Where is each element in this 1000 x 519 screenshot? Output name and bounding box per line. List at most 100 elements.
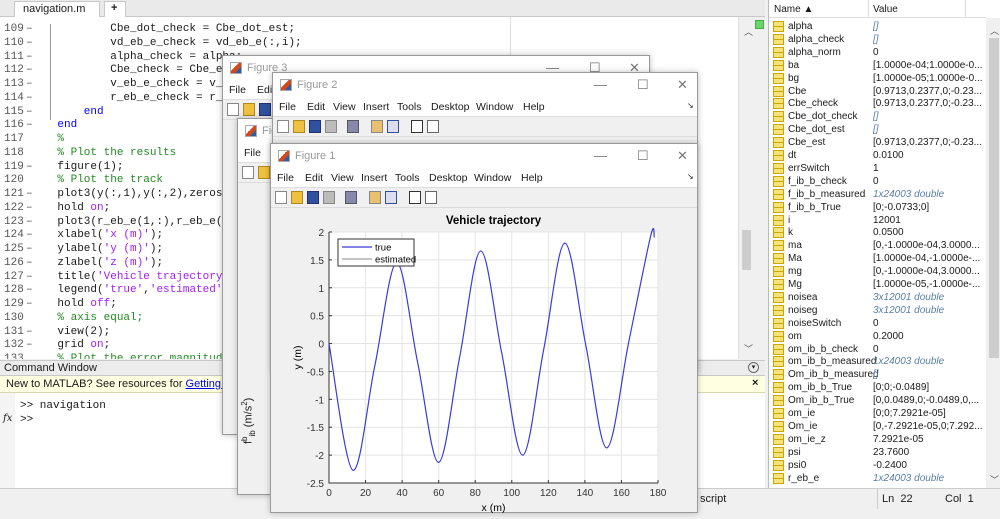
code-text[interactable]: plot3(y(:,1),y(:,2),zeros(1, [31,187,242,201]
dock-arrow-icon[interactable]: ↘ [687,101,694,110]
close-banner-icon[interactable]: × [752,377,758,389]
menu-file[interactable]: File [279,101,296,113]
save-icon[interactable] [309,120,321,133]
scrollbar-thumb[interactable] [742,230,751,270]
code-text[interactable]: % Plot the error magnitude [31,352,229,359]
workspace-variable-row[interactable]: Mg [1.0000e-05,-1.0000e-... [773,278,988,291]
figure-canvas[interactable]: 0 20 40 60 80 100 120 140 160 180 2 1.5 1 0.5 0 -0.5 -1 -… [271,209,697,514]
workspace-variable-row[interactable]: psi 23.7600 [773,446,988,459]
scroll-up-icon[interactable]: ︿ [990,24,999,37]
code-text[interactable]: Cbe_check = Cbe_est; [31,63,242,77]
workspace-variable-row[interactable]: bg [1.0000e-05;1.0000e-0... [773,72,988,85]
scroll-up-icon[interactable]: ︿ [744,25,753,38]
scroll-down-icon[interactable]: ﹀ [990,473,999,486]
property-editor-icon[interactable] [425,191,437,204]
code-text[interactable]: zlabel('z (m)'); [31,256,163,270]
panel-menu-icon[interactable]: ▾ [748,362,759,373]
menu-view[interactable]: View [333,101,356,113]
menu-insert[interactable]: Insert [361,172,387,184]
new-figure-icon[interactable] [277,120,289,133]
code-text[interactable]: grid on; [31,338,110,352]
colorbar-icon[interactable] [371,120,383,133]
code-text[interactable]: vd_eb_e_check = vd_eb_e(:,i); [31,36,301,50]
workspace-variable-row[interactable]: ma [0,-1.0000e-04,3.0000... [773,239,988,252]
minimize-button[interactable]: — [594,148,607,163]
menu-window[interactable]: Window [474,172,511,184]
command-prompt[interactable]: >> [20,414,33,426]
code-analyzer-status-icon[interactable] [755,20,764,29]
dock-arrow-icon[interactable]: ↘ [687,172,694,181]
menu-desktop[interactable]: Desktop [429,172,468,184]
legend-icon[interactable] [385,191,397,204]
workspace-variable-row[interactable]: k 0.0500 [773,226,988,239]
workspace-variable-row[interactable]: mg [0,-1.0000e-04,3.0000... [773,265,988,278]
workspace-variable-row[interactable]: errSwitch 1 [773,162,988,175]
workspace-variable-row[interactable]: noiseSwitch 0 [773,317,988,330]
code-text[interactable]: end [31,105,104,119]
workspace-variable-row[interactable]: Om_ib_b_True [0,0.0489,0;-0.0489,0,... [773,394,988,407]
workspace-variable-row[interactable]: om_ib_b_measured 1x24003 double [773,355,988,368]
new-figure-icon[interactable] [275,191,287,204]
code-text[interactable]: % [31,132,64,146]
menu-view[interactable]: View [331,172,354,184]
workspace-variable-row[interactable]: Cbe_est [0.9713,0.2377,0;-0.23... [773,136,988,149]
code-text[interactable]: xlabel('x (m)'); [31,228,163,242]
tab-navigation-m[interactable]: navigation.m × [14,1,100,27]
workspace-variable-row[interactable]: om_ib_b_check 0 [773,343,988,356]
editor-scrollbar[interactable]: ︿ ﹀ [738,17,765,359]
menu-tools[interactable]: Tools [395,172,420,184]
link-plot-icon[interactable] [345,191,357,204]
menu-edit[interactable]: Edit [305,172,323,184]
workspace-variable-row[interactable]: Om_ib_b_measured[] [773,368,988,381]
open-file-icon[interactable] [293,120,305,133]
workspace-variable-row[interactable]: om_ie_z 7.2921e-05 [773,433,988,446]
figure-title-bar[interactable]: Figure 2 — ☐ ✕ [273,73,697,97]
pointer-icon[interactable] [409,191,421,204]
save-icon[interactable] [307,191,319,204]
workspace-variable-row[interactable]: f_ib_b_check 0 [773,175,988,188]
workspace-variable-row[interactable]: f_ib_b_measured 1x24003 double [773,188,988,201]
code-text[interactable]: title('Vehicle trajectory'); [31,270,242,284]
minimize-button[interactable]: — [594,77,607,92]
close-button[interactable]: ✕ [677,77,688,93]
figure-title-bar[interactable]: Figure 1 — ☐ ✕ [271,144,697,168]
code-text[interactable]: end [31,118,77,132]
workspace-variable-row[interactable]: Cbe_dot_est [] [773,123,988,136]
workspace-variable-row[interactable]: Cbe_dot_check [] [773,110,988,123]
workspace-variable-row[interactable]: noisea 3x12001 double [773,291,988,304]
workspace-variable-row[interactable]: i 12001 [773,214,988,227]
code-text[interactable]: plot3(r_eb_e(1,:),r_eb_e(1,: [31,215,242,229]
code-text[interactable]: figure(1); [31,160,123,174]
scroll-down-icon[interactable]: ﹀ [744,342,753,355]
workspace-variable-row[interactable]: alpha [] [773,20,988,33]
print-icon[interactable] [323,191,335,204]
workspace-variable-row[interactable]: om_ib_b_True [0;0;-0.0489] [773,381,988,394]
code-text[interactable]: alpha_check = alpha; [31,50,242,64]
property-editor-icon[interactable] [427,120,439,133]
maximize-button[interactable]: ☐ [637,148,649,164]
menu-tools[interactable]: Tools [397,101,422,113]
colorbar-icon[interactable] [369,191,381,204]
workspace-variable-row[interactable]: psi0 -0.2400 [773,459,988,472]
workspace-variable-row[interactable]: alpha_norm 0 [773,46,988,59]
column-name-header[interactable]: Name ▲ [774,4,813,15]
code-text[interactable]: % axis equal; [31,311,143,325]
workspace-variable-row[interactable]: ba [1.0000e-04;1.0000e-0... [773,59,988,72]
column-value-header[interactable]: Value [873,4,898,15]
menu-desktop[interactable]: Desktop [431,101,470,113]
code-text[interactable]: view(2); [31,325,110,339]
menu-help[interactable]: Help [523,101,545,113]
fx-icon[interactable]: fx [3,413,12,424]
workspace-variable-row[interactable]: om 0.2000 [773,330,988,343]
new-figure-icon[interactable] [227,103,239,116]
code-text[interactable]: hold off; [31,297,116,311]
print-icon[interactable] [325,120,337,133]
maximize-button[interactable]: ☐ [637,77,649,93]
column-divider[interactable] [965,0,966,18]
menu-help[interactable]: Help [521,172,543,184]
workspace-variable-row[interactable]: r_eb_e 1x24003 double [773,472,988,485]
scrollbar-thumb[interactable] [989,38,999,358]
legend-icon[interactable] [387,120,399,133]
workspace-variable-row[interactable]: Cbe_check [0.9713,0.2377,0;-0.23... [773,97,988,110]
menu-edit[interactable]: Edit [307,101,325,113]
